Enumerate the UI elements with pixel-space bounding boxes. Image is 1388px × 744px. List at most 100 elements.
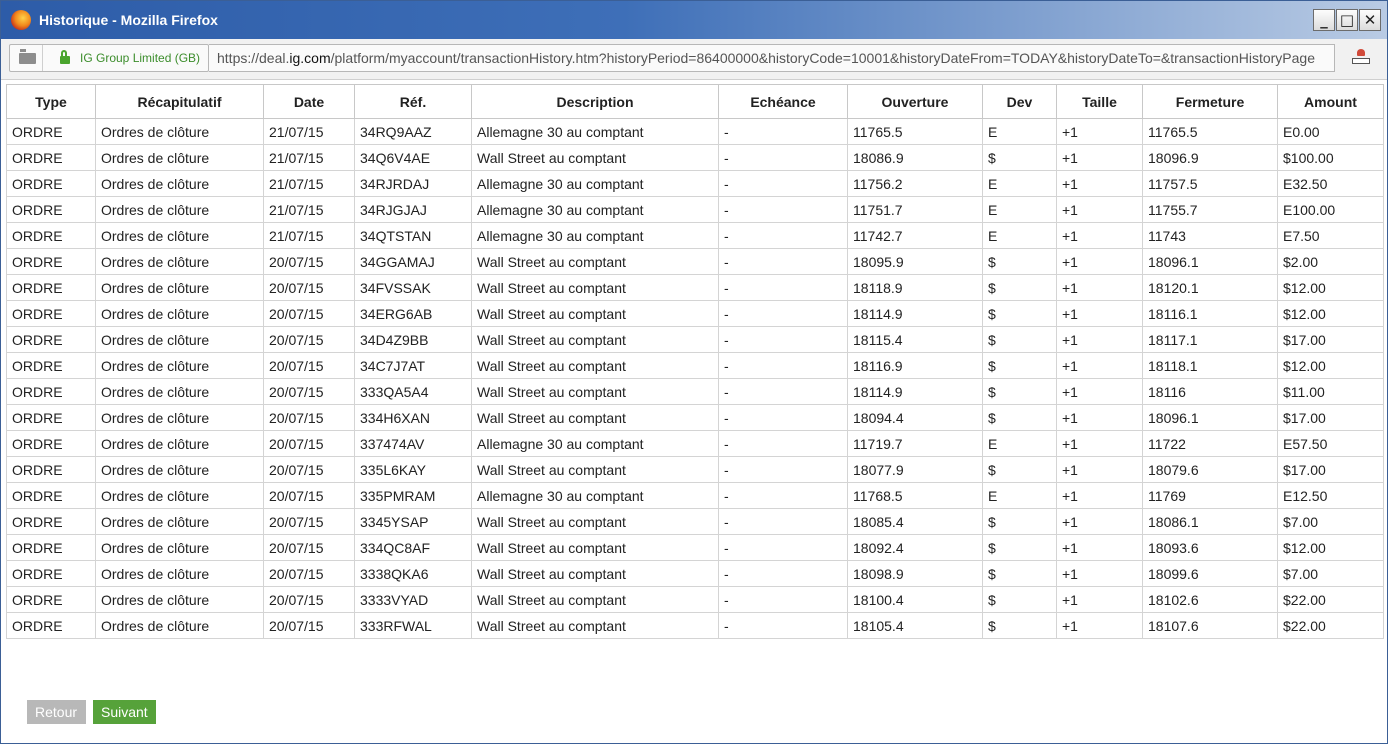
- table-cell: 11765.5: [1142, 118, 1278, 145]
- column-header: Date: [263, 84, 355, 119]
- stamp-icon[interactable]: [1351, 49, 1371, 67]
- table-cell: Ordres de clôture: [95, 404, 264, 431]
- table-cell: +1: [1056, 482, 1143, 509]
- table-cell: -: [718, 352, 848, 379]
- table-cell: $: [982, 586, 1057, 613]
- table-cell: Wall Street au comptant: [471, 612, 719, 639]
- table-cell: Allemagne 30 au comptant: [471, 482, 719, 509]
- table-cell: -: [718, 378, 848, 405]
- table-cell: E: [982, 430, 1057, 457]
- table-cell: +1: [1056, 586, 1143, 613]
- table-cell: $7.00: [1277, 560, 1384, 587]
- table-cell: 18107.6: [1142, 612, 1278, 639]
- table-cell: $: [982, 378, 1057, 405]
- table-cell: $: [982, 404, 1057, 431]
- table-cell: ORDRE: [6, 248, 96, 275]
- table-cell: 18118.9: [847, 274, 983, 301]
- table-cell: 34C7J7AT: [354, 352, 472, 379]
- back-button[interactable]: Retour: [27, 700, 86, 724]
- table-cell: 21/07/15: [263, 222, 355, 249]
- table-cell: ORDRE: [6, 196, 96, 223]
- table-cell: Ordres de clôture: [95, 482, 264, 509]
- table-cell: 334QC8AF: [354, 534, 472, 561]
- table-cell: 34RJRDAJ: [354, 170, 472, 197]
- table-cell: Ordres de clôture: [95, 586, 264, 613]
- table-cell: ORDRE: [6, 586, 96, 613]
- table-cell: Wall Street au comptant: [471, 144, 719, 171]
- table-cell: $: [982, 560, 1057, 587]
- table-cell: -: [718, 274, 848, 301]
- table-cell: -: [718, 196, 848, 223]
- table-cell: $100.00: [1277, 144, 1384, 171]
- table-row: ORDRE Ordres de clôture 20/07/15 3333VYAD Wa…: [6, 586, 1384, 613]
- table-cell: 20/07/15: [263, 612, 355, 639]
- table-cell: 34RJGJAJ: [354, 196, 472, 223]
- table-row: ORDRE Ordres de clôture 21/07/15 34Q6V4AE Wa…: [6, 144, 1384, 171]
- table-cell: 18100.4: [847, 586, 983, 613]
- table-cell: -: [718, 534, 848, 561]
- table-cell: E32.50: [1277, 170, 1384, 197]
- table-row: ORDRE Ordres de clôture 20/07/15 3345YSAP Wa…: [6, 508, 1384, 535]
- table-cell: 18120.1: [1142, 274, 1278, 301]
- table-cell: $: [982, 300, 1057, 327]
- table-cell: +1: [1056, 404, 1143, 431]
- table-cell: E57.50: [1277, 430, 1384, 457]
- table-cell: $17.00: [1277, 456, 1384, 483]
- close-button[interactable]: ✕: [1359, 9, 1381, 31]
- table-cell: +1: [1056, 274, 1143, 301]
- table-row: ORDRE Ordres de clôture 20/07/15 34GGAMAJ Wa…: [6, 248, 1384, 275]
- table-cell: 20/07/15: [263, 482, 355, 509]
- column-header: Echéance: [718, 84, 848, 119]
- table-cell: 18079.6: [1142, 456, 1278, 483]
- table-cell: Wall Street au comptant: [471, 586, 719, 613]
- table-cell: Ordres de clôture: [95, 378, 264, 405]
- table-cell: $12.00: [1277, 534, 1384, 561]
- table-cell: 20/07/15: [263, 378, 355, 405]
- table-cell: 34D4Z9BB: [354, 326, 472, 353]
- table-cell: 18099.6: [1142, 560, 1278, 587]
- table-cell: 20/07/15: [263, 586, 355, 613]
- table-row: ORDRE Ordres de clôture 21/07/15 34RJRDAJ Al…: [6, 170, 1384, 197]
- table-cell: -: [718, 222, 848, 249]
- firefox-icon: [11, 10, 31, 30]
- table-cell: +1: [1056, 326, 1143, 353]
- table-row: ORDRE Ordres de clôture 21/07/15 34RJGJAJ Al…: [6, 196, 1384, 223]
- table-cell: ORDRE: [6, 170, 96, 197]
- maximize-button[interactable]: □: [1336, 9, 1358, 31]
- table-cell: -: [718, 560, 848, 587]
- table-cell: 11769: [1142, 482, 1278, 509]
- table-cell: -: [718, 508, 848, 535]
- table-cell: Wall Street au comptant: [471, 534, 719, 561]
- table-cell: 11757.5: [1142, 170, 1278, 197]
- table-cell: $: [982, 534, 1057, 561]
- table-cell: Wall Street au comptant: [471, 300, 719, 327]
- table-cell: +1: [1056, 560, 1143, 587]
- table-cell: 11756.2: [847, 170, 983, 197]
- site-info-icon[interactable]: [19, 49, 36, 64]
- table-cell: 11768.5: [847, 482, 983, 509]
- table-cell: ORDRE: [6, 430, 96, 457]
- table-cell: -: [718, 144, 848, 171]
- table-cell: 18115.4: [847, 326, 983, 353]
- table-cell: E: [982, 482, 1057, 509]
- column-header: Description: [471, 84, 719, 119]
- table-cell: ORDRE: [6, 118, 96, 145]
- window-title: Historique - Mozilla Firefox: [39, 12, 218, 28]
- table-cell: 18114.9: [847, 300, 983, 327]
- url-field[interactable]: https://deal.ig.com/platform/myaccount/t…: [209, 44, 1335, 72]
- table-cell: +1: [1056, 352, 1143, 379]
- table-cell: -: [718, 248, 848, 275]
- table-cell: 11719.7: [847, 430, 983, 457]
- table-cell: 18098.9: [847, 560, 983, 587]
- next-button[interactable]: Suivant: [93, 700, 156, 724]
- table-cell: Ordres de clôture: [95, 352, 264, 379]
- table-cell: $17.00: [1277, 326, 1384, 353]
- table-cell: 18095.9: [847, 248, 983, 275]
- table-cell: 20/07/15: [263, 456, 355, 483]
- table-cell: 21/07/15: [263, 118, 355, 145]
- table-row: ORDRE Ordres de clôture 21/07/15 34RQ9AAZ Al…: [6, 118, 1384, 145]
- minimize-button[interactable]: _: [1313, 9, 1335, 31]
- site-identity-box[interactable]: IG Group Limited (GB): [9, 44, 209, 72]
- table-cell: 21/07/15: [263, 144, 355, 171]
- title-bar[interactable]: Historique - Mozilla Firefox _ □ ✕: [1, 1, 1387, 39]
